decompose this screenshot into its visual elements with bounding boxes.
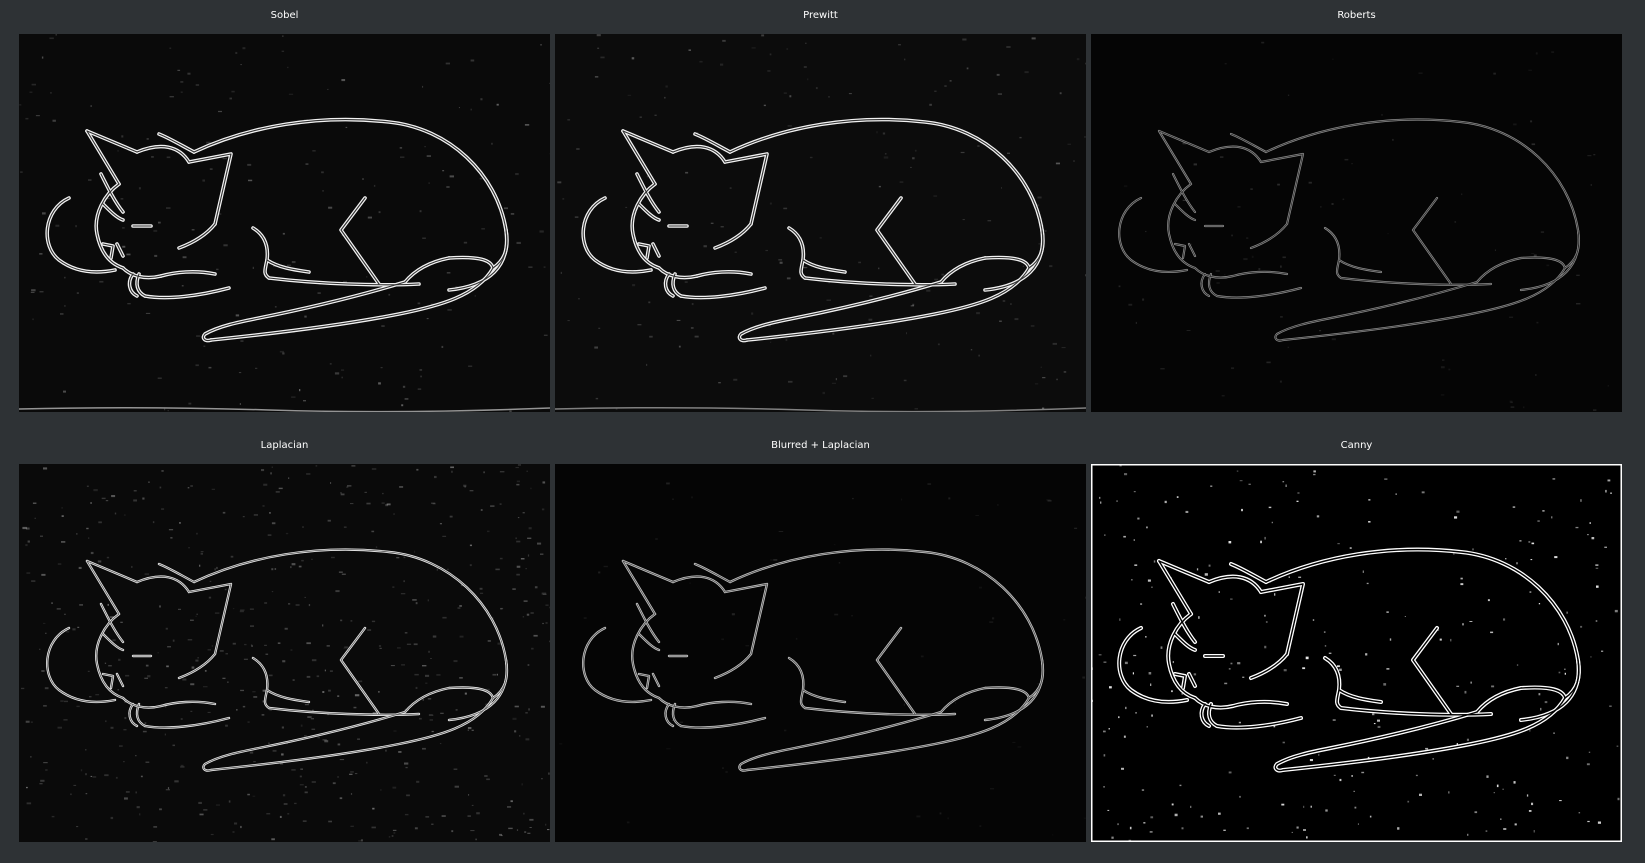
canny-edge-image — [1091, 464, 1622, 842]
panel-laplacian: Laplacian — [19, 430, 550, 860]
image-roberts — [1091, 34, 1622, 412]
panel-title-roberts: Roberts — [1337, 10, 1376, 21]
panel-canny: Canny — [1091, 430, 1622, 860]
image-blurred-laplacian — [555, 464, 1086, 842]
panel-title-sobel: Sobel — [270, 10, 299, 21]
panel-sobel: Sobel — [19, 0, 550, 430]
edge-detection-grid: Sobel Prewitt Roberts Laplacian Blurred … — [19, 0, 1623, 863]
blurred-laplacian-edge-image — [555, 464, 1086, 842]
image-sobel — [19, 34, 550, 412]
panel-title-canny: Canny — [1340, 440, 1373, 451]
panel-roberts: Roberts — [1091, 0, 1622, 430]
panel-title-laplacian: Laplacian — [260, 440, 309, 451]
sobel-edge-image — [19, 34, 550, 412]
panel-title-blurred-laplacian: Blurred + Laplacian — [771, 440, 870, 451]
panel-blurred-laplacian: Blurred + Laplacian — [555, 430, 1086, 860]
panel-title-prewitt: Prewitt — [803, 10, 838, 21]
prewitt-edge-image — [555, 34, 1086, 412]
panel-prewitt: Prewitt — [555, 0, 1086, 430]
laplacian-edge-image — [19, 464, 550, 842]
roberts-edge-image — [1091, 34, 1622, 412]
image-prewitt — [555, 34, 1086, 412]
image-canny — [1091, 464, 1622, 842]
image-laplacian — [19, 464, 550, 842]
